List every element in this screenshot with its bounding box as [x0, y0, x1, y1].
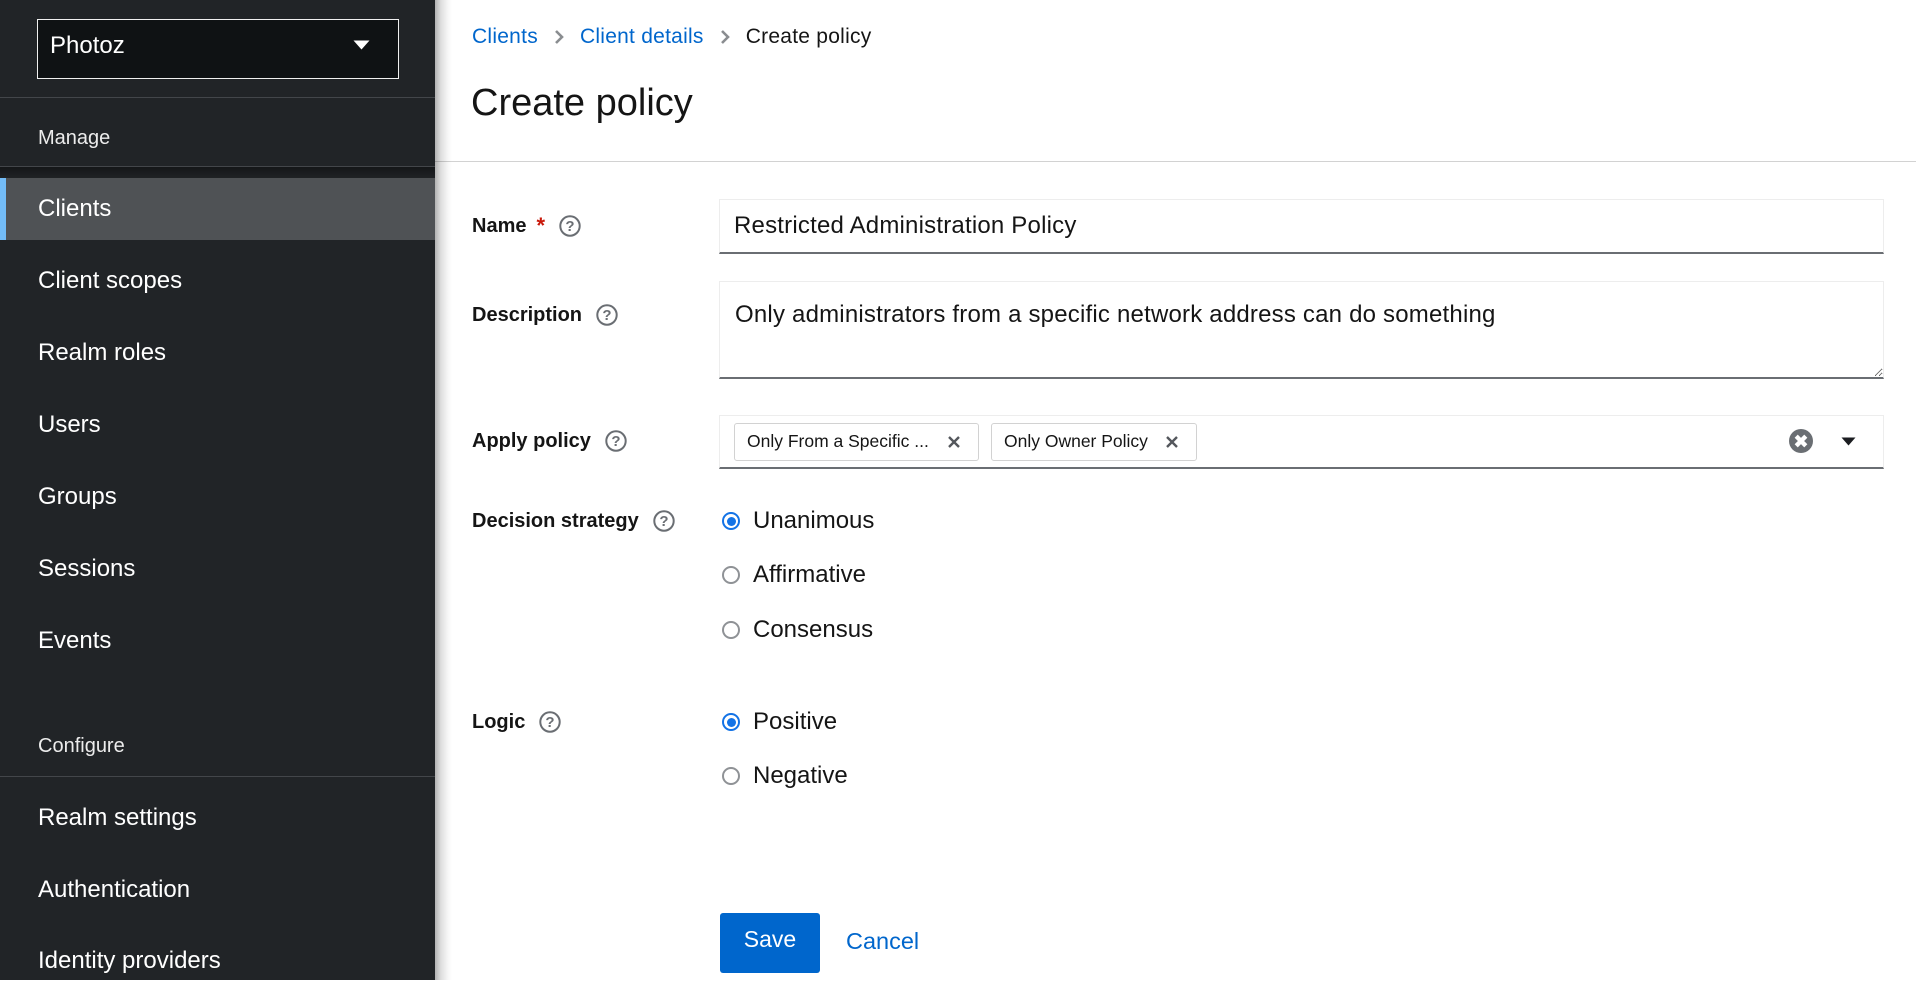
svg-text:?: ? [602, 307, 611, 324]
svg-text:?: ? [565, 218, 574, 235]
svg-text:?: ? [611, 433, 620, 450]
svg-text:?: ? [546, 714, 555, 731]
svg-text:?: ? [659, 513, 668, 530]
